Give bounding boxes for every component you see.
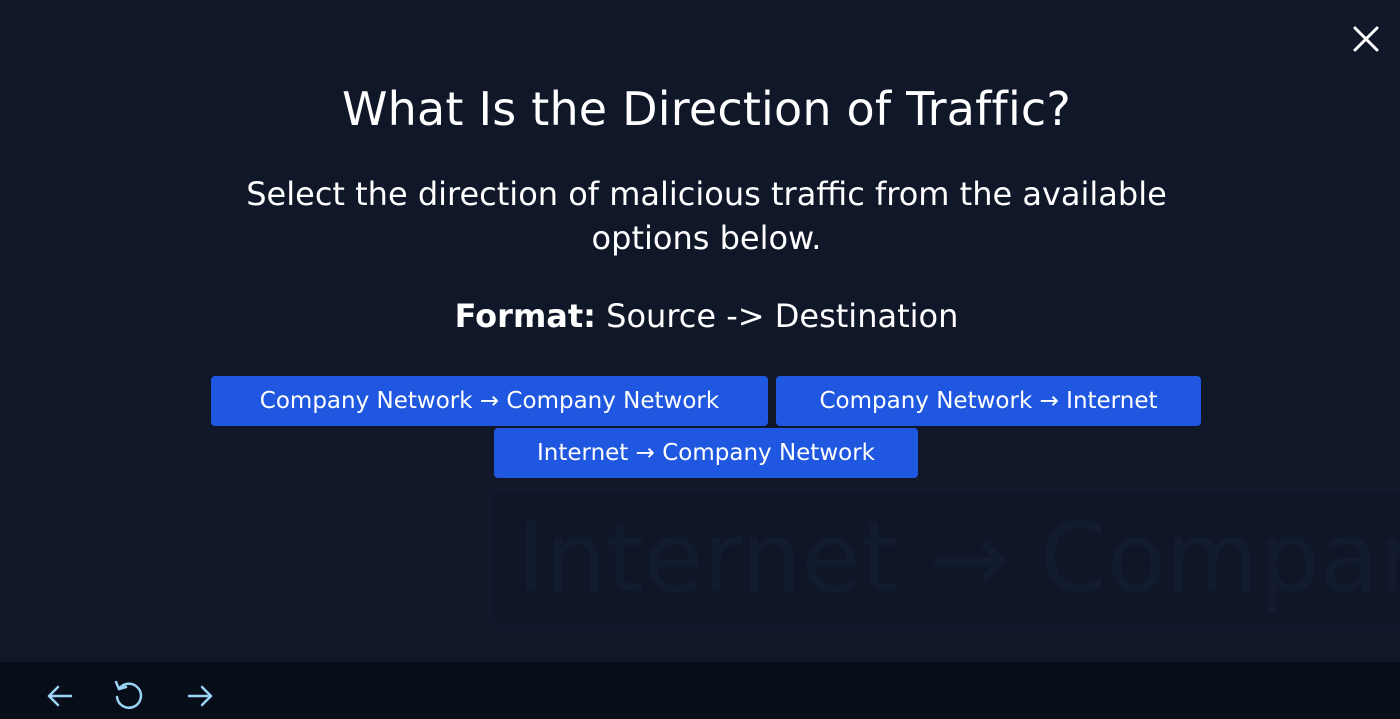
arrow-left-icon [47, 685, 73, 707]
question-modal: Internet → Company What Is the Direction… [0, 0, 1400, 662]
format-hint: Format: Source -> Destination [0, 293, 1400, 339]
option-button-internet-to-company[interactable]: Internet → Company Network [494, 428, 918, 478]
instruction-text: Select the direction of malicious traffi… [246, 175, 1167, 257]
format-label: Format: [454, 297, 596, 335]
back-button[interactable] [44, 678, 76, 710]
option-button-company-to-internet[interactable]: Company Network → Internet [776, 376, 1201, 426]
background-answer-text: Internet → Company [517, 502, 1400, 614]
replay-icon [114, 680, 143, 709]
option-button-company-to-company[interactable]: Company Network → Company Network [211, 376, 768, 426]
background-answer-box: Internet → Company [490, 490, 1400, 626]
close-button[interactable] [1349, 22, 1383, 56]
forward-button[interactable] [184, 678, 216, 710]
replay-button[interactable] [112, 678, 144, 710]
format-value: Source -> Destination [595, 297, 959, 335]
arrow-right-icon [187, 685, 213, 707]
page: Internet → Company What Is the Direction… [0, 0, 1400, 719]
close-icon [1353, 26, 1379, 52]
modal-title: What Is the Direction of Traffic? [341, 82, 1072, 136]
